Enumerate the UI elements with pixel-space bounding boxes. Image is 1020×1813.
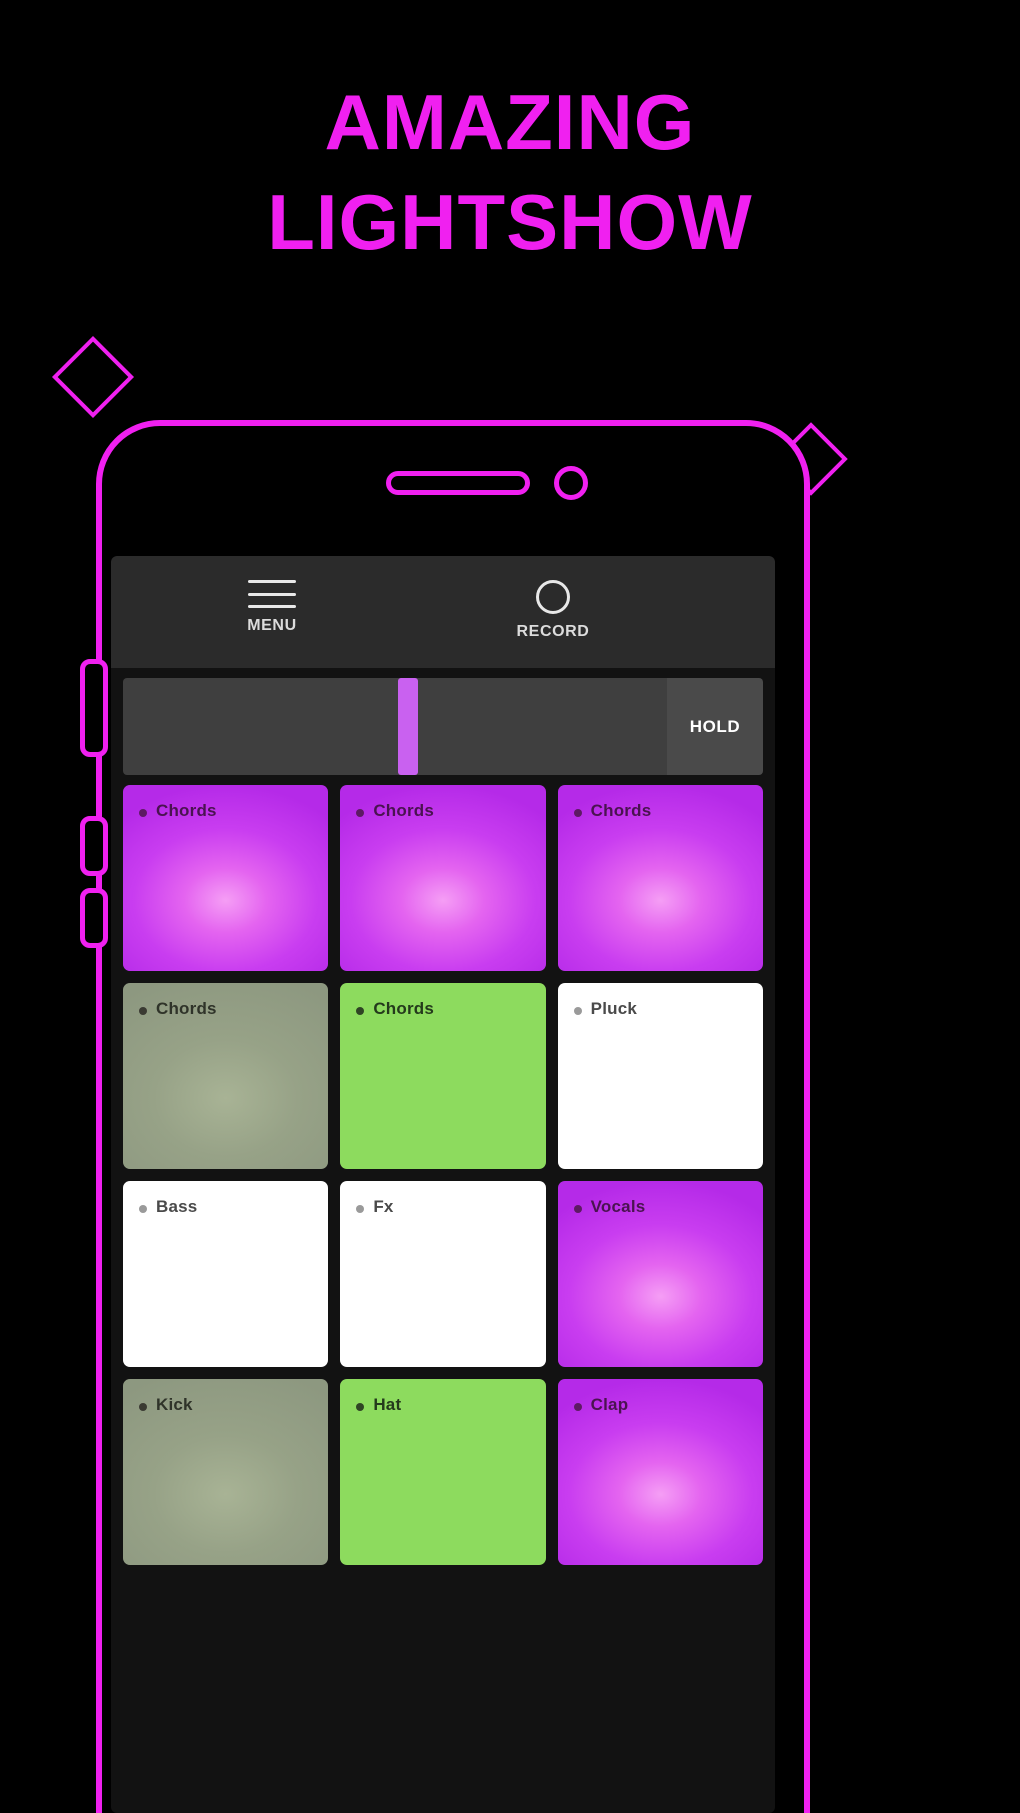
diamond-decor-left-icon [51, 335, 135, 419]
menu-button-label: MENU [247, 617, 297, 634]
pad-button[interactable]: Pluck [557, 983, 763, 1169]
timeline-row: HOLD [123, 678, 763, 775]
pad-button[interactable]: Hat [340, 1379, 546, 1565]
power-button[interactable] [80, 888, 108, 948]
pad-status-dot [356, 809, 365, 817]
pad-grid: Chords Chords Chords Chords Chords Pluck [123, 785, 763, 1565]
pad-label: Clap [590, 1395, 629, 1414]
volume-up-button[interactable] [80, 659, 108, 757]
pad-button[interactable]: Chords [340, 983, 546, 1169]
record-circle-icon [536, 580, 570, 614]
screenshot-root: AMAZING LIGHTSHOW MENU RECORD HOLD Chord… [0, 0, 1020, 1813]
pad-button[interactable]: Kick [123, 1379, 329, 1565]
app-toolbar: MENU RECORD [111, 556, 775, 668]
pad-status-dot [573, 1403, 582, 1411]
pad-label: Pluck [590, 999, 638, 1018]
menu-button[interactable]: MENU [227, 580, 317, 635]
pad-label: Chords [590, 801, 652, 820]
pad-status-dot [573, 1205, 582, 1213]
pad-label: Vocals [590, 1197, 646, 1216]
app-screen: MENU RECORD HOLD Chords Chords Chords Ch… [111, 556, 775, 1813]
volume-down-button[interactable] [80, 816, 108, 876]
timeline-slider[interactable] [123, 678, 667, 775]
hold-button[interactable]: HOLD [667, 678, 763, 775]
playhead-handle[interactable] [397, 678, 418, 775]
pad-button[interactable]: Chords [557, 785, 763, 971]
pad-status-dot [139, 1205, 147, 1213]
pad-status-dot [356, 1007, 365, 1015]
pad-label: Fx [373, 1197, 394, 1216]
front-camera-icon [554, 466, 588, 500]
record-button-label: RECORD [516, 623, 590, 640]
pad-status-dot [139, 809, 147, 817]
pad-label: Bass [156, 1197, 198, 1216]
pad-status-dot [356, 1205, 365, 1213]
record-button[interactable]: RECORD [508, 580, 598, 641]
pad-status-dot [573, 1007, 582, 1015]
pad-label: Hat [373, 1395, 402, 1414]
pad-button[interactable]: Fx [340, 1181, 546, 1367]
pad-button[interactable]: Vocals [557, 1181, 763, 1367]
pad-button[interactable]: Chords [340, 785, 546, 971]
pad-label: Kick [156, 1395, 193, 1414]
page-title-line-2: LIGHTSHOW [267, 178, 753, 266]
hamburger-menu-icon [248, 580, 296, 608]
pad-button[interactable]: Chords [123, 983, 329, 1169]
pad-label: Chords [156, 801, 217, 820]
pad-status-dot [139, 1007, 147, 1015]
pad-button[interactable]: Bass [123, 1181, 329, 1367]
page-title: AMAZING LIGHTSHOW [0, 72, 1020, 272]
pad-button[interactable]: Chords [123, 785, 329, 971]
pad-label: Chords [373, 999, 435, 1018]
pad-status-dot [139, 1403, 147, 1411]
pad-label: Chords [373, 801, 435, 820]
speaker-slot-icon [386, 471, 530, 495]
pad-button[interactable]: Clap [557, 1379, 763, 1565]
pad-status-dot [356, 1403, 365, 1411]
page-title-line-1: AMAZING [324, 78, 696, 166]
pad-status-dot [573, 809, 582, 817]
pad-label: Chords [156, 999, 217, 1018]
